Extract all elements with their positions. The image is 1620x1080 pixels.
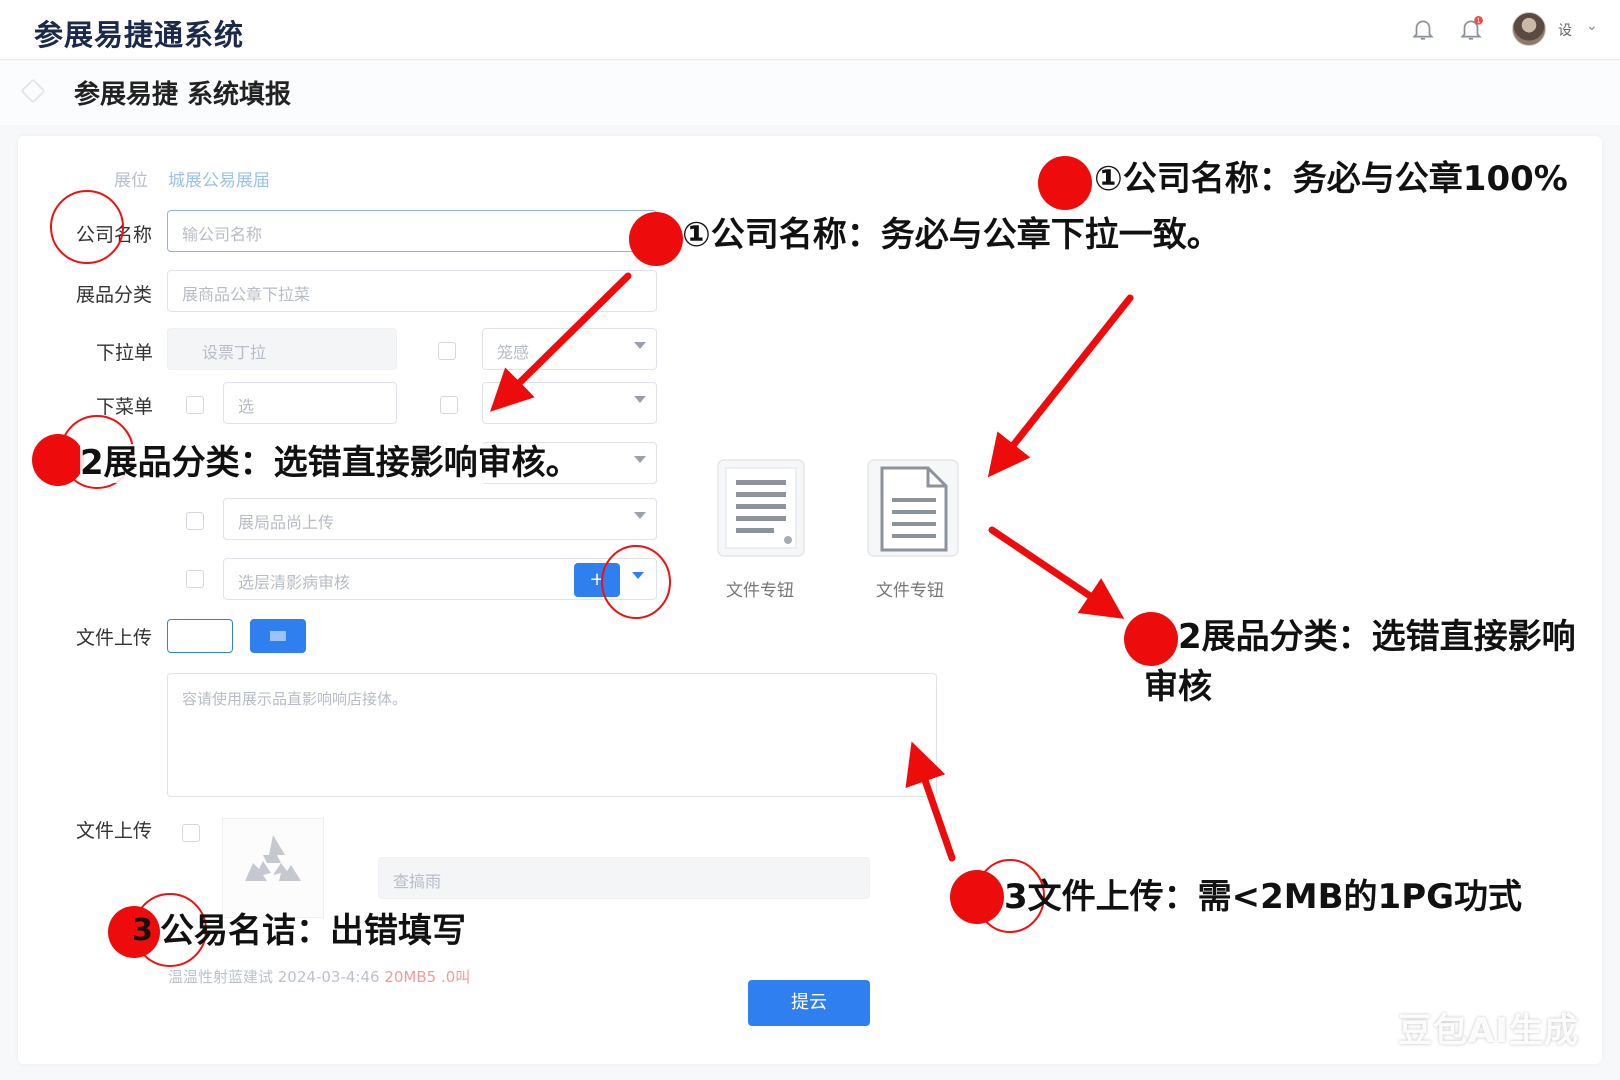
annotation-category-right-1: 2展品分类：选错直接影响	[1178, 617, 1576, 657]
watermark: 豆包AI生成	[1398, 1011, 1579, 1051]
annotation-dot-4	[1124, 612, 1178, 666]
user-name[interactable]: 设	[1558, 20, 1572, 40]
chevron-down-icon	[634, 456, 646, 463]
annotation-upload: 3文件上传：需<2MB的1PG功式	[1004, 877, 1523, 917]
company-name-input[interactable]: 输公司名称	[167, 210, 657, 252]
dropdown-label: 下拉单	[96, 342, 154, 364]
footer-note-text: 温温性射蓝建试 2024-03-4:46	[168, 968, 380, 986]
annotation-dot-5	[950, 870, 1004, 924]
category-select[interactable]: 展商品公章下拉菜	[167, 270, 657, 312]
file-card-icon-2[interactable]	[866, 458, 960, 558]
company-name-label: 公司名称	[76, 224, 153, 246]
dropdown-select-value: 笼感	[497, 343, 530, 362]
menu-label: 下菜单	[96, 396, 154, 418]
dropdown-grey-value: 设票丁拉	[202, 343, 267, 362]
upload2-checkbox[interactable]	[182, 824, 200, 842]
dropdown-select[interactable]: 笼感	[482, 328, 657, 370]
category-placeholder: 展商品公章下拉菜	[182, 285, 311, 304]
file-card-label-2: 文件专钮	[876, 581, 944, 601]
upload2-input-placeholder: 查搞雨	[393, 872, 442, 891]
row6-select-value: 展局品尚上传	[238, 513, 335, 532]
menu-checkbox-2[interactable]	[440, 396, 458, 414]
chevron-down-icon[interactable]: ⌄	[1586, 18, 1598, 34]
annotation-company-top: ①公司名称：务必与公章100%	[1094, 159, 1568, 199]
row6-select[interactable]: 展局品尚上传	[223, 498, 657, 540]
annotation-dot-3	[32, 434, 84, 486]
annotation-dot-2	[629, 212, 683, 266]
chevron-down-icon	[634, 342, 646, 349]
app-title: 参展易捷通系统	[34, 18, 245, 52]
booth-value: 城展公易展届	[168, 171, 270, 191]
category-label: 展品分类	[76, 284, 153, 306]
booth-label: 展位	[114, 171, 148, 191]
notification-badge: 1	[1477, 18, 1481, 25]
annotation-category-left: 2展品分类：选错直接影响审核。	[80, 443, 580, 484]
avatar[interactable]	[1512, 12, 1546, 46]
upload-thumbnail[interactable]	[222, 818, 324, 918]
remarks-placeholder: 容请使用展示品直影响响店接体。	[182, 690, 408, 708]
file-upload-2-label: 文件上传	[76, 820, 153, 842]
remarks-textarea[interactable]: 容请使用展示品直影响响店接体。	[167, 673, 937, 797]
annotation-company-mid: ①公司名称：务必与公章下拉一致。	[682, 215, 1221, 255]
menu-select[interactable]	[482, 382, 657, 424]
company-name-placeholder: 输公司名称	[182, 225, 263, 244]
submit-button[interactable]: 提云	[748, 980, 870, 1026]
annotation-left-num: 3	[132, 913, 153, 948]
row7-input-value: 选层清影病审核	[238, 573, 351, 592]
footer-note-red: 20MB5 .0叫	[384, 968, 471, 986]
footer-note: 温温性射蓝建试 2024-03-4:46 20MB5 .0叫	[168, 966, 470, 987]
chevron-down-icon	[634, 396, 646, 403]
bell-icon[interactable]	[1410, 16, 1436, 42]
file-card-label-1: 文件专钮	[726, 581, 794, 601]
chevron-down-icon	[634, 512, 646, 519]
row6-checkbox[interactable]	[186, 512, 204, 530]
dropdown-checkbox[interactable]	[438, 342, 456, 360]
notification-bell-icon[interactable]: 1	[1458, 16, 1484, 42]
page-title: 参展易捷 系统填报	[74, 80, 292, 110]
file-upload-label: 文件上传	[76, 627, 153, 649]
annotation-company-error: 公易名诘：出错填写	[160, 911, 466, 951]
add-button[interactable]: +	[574, 563, 620, 597]
recycle-icon	[245, 835, 301, 881]
menu-input[interactable]: 选	[223, 382, 397, 424]
upload-select-button[interactable]	[167, 619, 233, 653]
file-card-icon-1[interactable]	[714, 458, 808, 558]
annotation-category-right-2: 审核	[1144, 667, 1212, 707]
menu-checkbox-1[interactable]	[186, 396, 204, 414]
row7-checkbox[interactable]	[186, 570, 204, 588]
folder-icon	[270, 631, 286, 641]
top-bar: 参展易捷通系统 1 设 ⌄	[0, 0, 1620, 60]
upload2-input[interactable]: 查搞雨	[378, 857, 870, 899]
dropdown-grey-field[interactable]: 设票丁拉	[167, 328, 397, 370]
upload-button[interactable]	[250, 619, 306, 653]
annotation-dot-1	[1038, 156, 1092, 210]
menu-input-value: 选	[238, 397, 255, 416]
chevron-down-icon	[632, 572, 644, 579]
